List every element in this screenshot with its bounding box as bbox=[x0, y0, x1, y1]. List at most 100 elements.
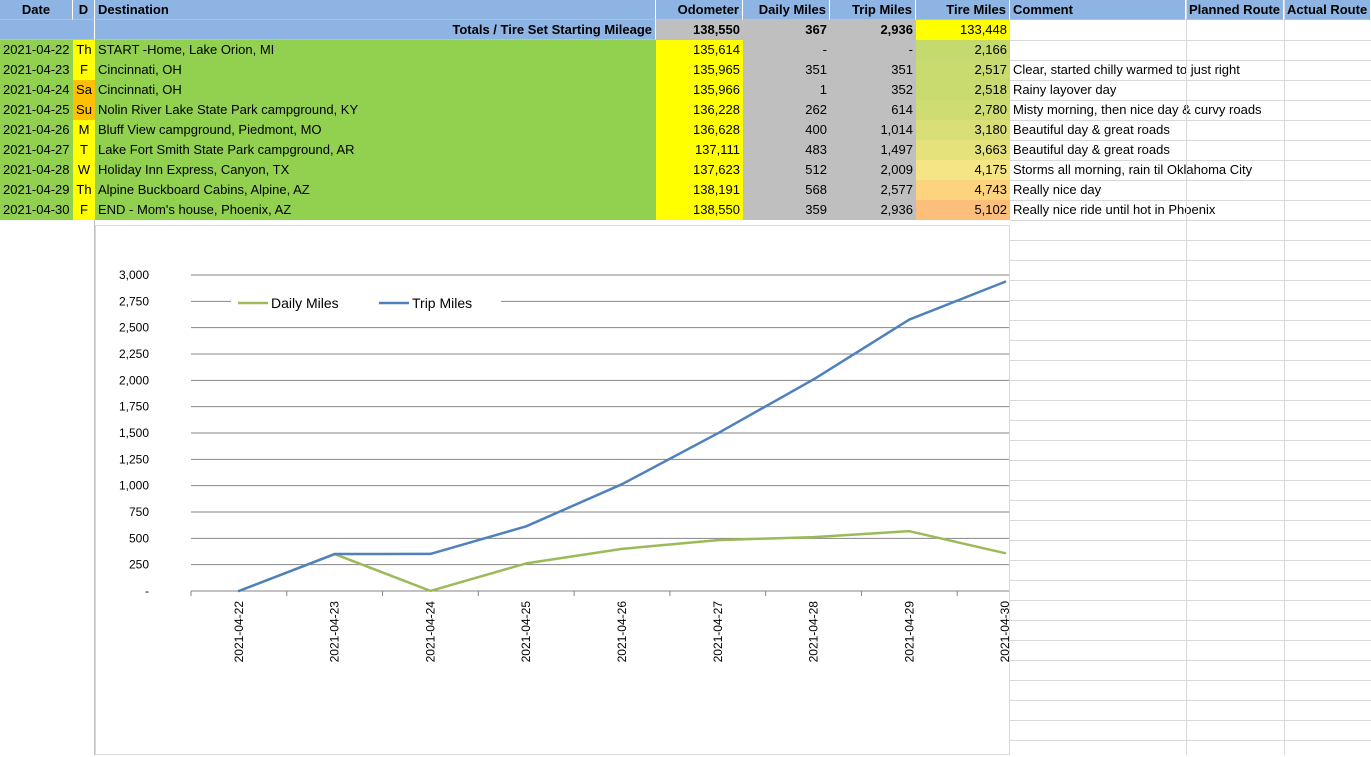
cell-trip[interactable]: 1,497 bbox=[830, 140, 916, 160]
cell-date[interactable]: 2021-04-29 bbox=[0, 180, 73, 200]
cell-day[interactable]: Th bbox=[73, 40, 95, 60]
header-destination[interactable]: Destination bbox=[95, 0, 656, 20]
gridline bbox=[1010, 240, 1371, 241]
totals-tire-miles[interactable]: 133,448 bbox=[916, 20, 1010, 40]
cell-date[interactable]: 2021-04-23 bbox=[0, 60, 73, 80]
gridline bbox=[1010, 540, 1371, 541]
gridline bbox=[1010, 580, 1371, 581]
cell-odometer[interactable]: 136,228 bbox=[656, 100, 743, 120]
gridline bbox=[1010, 340, 1371, 341]
header-trip-miles[interactable]: Trip Miles bbox=[830, 0, 916, 20]
cell-odometer[interactable]: 137,111 bbox=[656, 140, 743, 160]
cell-trip[interactable]: 2,577 bbox=[830, 180, 916, 200]
cell-tire[interactable]: 3,180 bbox=[916, 120, 1010, 140]
cell-odometer[interactable]: 135,614 bbox=[656, 40, 743, 60]
totals-blank bbox=[0, 20, 95, 40]
cell-destination[interactable]: Holiday Inn Express, Canyon, TX bbox=[95, 160, 656, 180]
y-tick-label: 2,000 bbox=[119, 373, 149, 387]
gridline bbox=[1010, 660, 1371, 661]
cell-daily[interactable]: 400 bbox=[743, 120, 830, 140]
cell-day[interactable]: F bbox=[73, 200, 95, 220]
data-point bbox=[237, 589, 241, 593]
legend-label: Daily Miles bbox=[271, 295, 339, 311]
gridline bbox=[1010, 440, 1371, 441]
totals-label[interactable]: Totals / Tire Set Starting Mileage bbox=[95, 20, 656, 40]
mileage-chart[interactable]: - 250 500 750 1,000 1,250 1,500 1,750 2,000 2,250… bbox=[95, 225, 1054, 755]
cell-date[interactable]: 2021-04-25 bbox=[0, 100, 73, 120]
x-tick-label: 2021-04-22 bbox=[232, 601, 246, 663]
cell-daily[interactable]: 512 bbox=[743, 160, 830, 180]
cell-destination[interactable]: START -Home, Lake Orion, MI bbox=[95, 40, 656, 60]
data-point bbox=[429, 589, 432, 593]
header-daily-miles[interactable]: Daily Miles bbox=[743, 0, 830, 20]
data-point bbox=[525, 562, 528, 565]
cell-trip[interactable]: 2,936 bbox=[830, 200, 916, 220]
cell-tire[interactable]: 2,780 bbox=[916, 100, 1010, 120]
cell-day[interactable]: F bbox=[73, 60, 95, 80]
cell-odometer[interactable]: 137,623 bbox=[656, 160, 743, 180]
cell-daily[interactable]: 262 bbox=[743, 100, 830, 120]
cell-day[interactable]: Th bbox=[73, 180, 95, 200]
gridline bbox=[1010, 560, 1371, 561]
header-day[interactable]: D bbox=[73, 0, 95, 20]
cell-date[interactable]: 2021-04-24 bbox=[0, 80, 73, 100]
cell-destination[interactable]: Nolin River Lake State Park campground, … bbox=[95, 100, 656, 120]
totals-odometer[interactable]: 138,550 bbox=[656, 20, 743, 40]
cell-trip[interactable]: 614 bbox=[830, 100, 916, 120]
header-tire-miles[interactable]: Tire Miles bbox=[916, 0, 1010, 20]
x-tick-label: 2021-04-27 bbox=[711, 601, 725, 663]
cell-daily[interactable]: - bbox=[743, 40, 830, 60]
cell-daily[interactable]: 351 bbox=[743, 60, 830, 80]
cell-destination[interactable]: Cincinnati, OH bbox=[95, 60, 656, 80]
cell-daily[interactable]: 483 bbox=[743, 140, 830, 160]
cell-destination[interactable]: Bluff View campground, Piedmont, MO bbox=[95, 120, 656, 140]
cell-tire[interactable]: 2,166 bbox=[916, 40, 1010, 60]
cell-trip[interactable]: 2,009 bbox=[830, 160, 916, 180]
gridline bbox=[1010, 600, 1371, 601]
cell-tire[interactable]: 2,517 bbox=[916, 60, 1010, 80]
cell-date[interactable]: 2021-04-26 bbox=[0, 120, 73, 140]
cell-date[interactable]: 2021-04-22 bbox=[0, 40, 73, 60]
cell-trip[interactable]: 1,014 bbox=[830, 120, 916, 140]
gridline bbox=[1010, 380, 1371, 381]
cell-date[interactable]: 2021-04-30 bbox=[0, 200, 73, 220]
cell-day[interactable]: Su bbox=[73, 100, 95, 120]
cell-tire[interactable]: 2,518 bbox=[916, 80, 1010, 100]
cell-destination[interactable]: Lake Fort Smith State Park campground, A… bbox=[95, 140, 656, 160]
cell-odometer[interactable]: 135,965 bbox=[656, 60, 743, 80]
x-tick-label: 2021-04-23 bbox=[328, 601, 342, 663]
cell-destination[interactable]: END - Mom's house, Phoenix, AZ bbox=[95, 200, 656, 220]
cell-day[interactable]: Sa bbox=[73, 80, 95, 100]
cell-date[interactable]: 2021-04-27 bbox=[0, 140, 73, 160]
cell-destination[interactable]: Cincinnati, OH bbox=[95, 80, 656, 100]
x-tick-label: 2021-04-30 bbox=[998, 601, 1009, 663]
cell-trip[interactable]: 352 bbox=[830, 80, 916, 100]
cell-daily[interactable]: 568 bbox=[743, 180, 830, 200]
cell-odometer[interactable]: 136,628 bbox=[656, 120, 743, 140]
cell-odometer[interactable]: 138,550 bbox=[656, 200, 743, 220]
cell-tire[interactable]: 3,663 bbox=[916, 140, 1010, 160]
cell-day[interactable]: M bbox=[73, 120, 95, 140]
header-date[interactable]: Date bbox=[0, 0, 73, 20]
series-line-daily-miles bbox=[238, 529, 1006, 593]
cell-daily[interactable]: 1 bbox=[743, 80, 830, 100]
cell-trip[interactable]: - bbox=[830, 40, 916, 60]
cell-tire[interactable]: 5,102 bbox=[916, 200, 1010, 220]
header-odometer[interactable]: Odometer bbox=[656, 0, 743, 20]
cell-day[interactable]: T bbox=[73, 140, 95, 160]
cell-date[interactable]: 2021-04-28 bbox=[0, 160, 73, 180]
header-planned-route[interactable]: Planned Route bbox=[1186, 0, 1284, 20]
cell-odometer[interactable]: 138,191 bbox=[656, 180, 743, 200]
y-tick-label: 1,750 bbox=[119, 400, 149, 414]
cell-tire[interactable]: 4,175 bbox=[916, 160, 1010, 180]
cell-destination[interactable]: Alpine Buckboard Cabins, Alpine, AZ bbox=[95, 180, 656, 200]
cell-day[interactable]: W bbox=[73, 160, 95, 180]
totals-trip-miles[interactable]: 2,936 bbox=[830, 20, 916, 40]
header-actual-route[interactable]: Actual Route bbox=[1284, 0, 1371, 20]
cell-tire[interactable]: 4,743 bbox=[916, 180, 1010, 200]
totals-daily-miles[interactable]: 367 bbox=[743, 20, 830, 40]
header-comment[interactable]: Comment bbox=[1010, 0, 1186, 20]
cell-trip[interactable]: 351 bbox=[830, 60, 916, 80]
cell-odometer[interactable]: 135,966 bbox=[656, 80, 743, 100]
cell-daily[interactable]: 359 bbox=[743, 200, 830, 220]
